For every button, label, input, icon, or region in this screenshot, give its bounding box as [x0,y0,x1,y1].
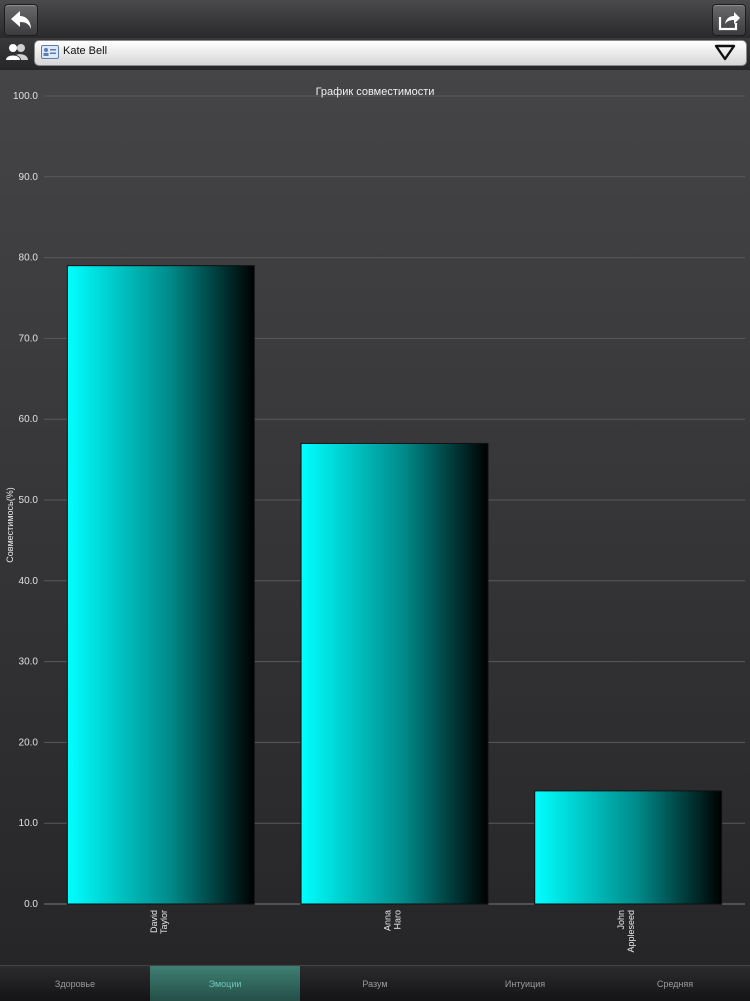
y-tick-label: 80.0 [19,253,39,264]
share-icon [718,12,740,31]
tab-emotions[interactable]: Эмоции [150,966,300,1001]
x-category-label-line: Taylor [159,910,169,934]
chart-title: График совместимости [315,86,435,98]
x-category-label: JohnAppleseed [616,910,636,953]
person-selector-row: Kate Bell [0,38,750,70]
tab-label: Здоровье [54,978,96,989]
x-category-label-line: Haro [393,910,403,930]
chevron-down-icon[interactable] [714,44,736,61]
bar [66,265,255,905]
tab-bar: Здоровье Эмоции Разум Интуиция Средняя [0,965,750,1001]
contact-card-icon [41,45,59,59]
tab-health[interactable]: Здоровье [0,966,150,1001]
y-tick-label: 70.0 [19,333,39,344]
y-tick-label: 30.0 [19,657,39,668]
tab-average[interactable]: Средняя [600,966,750,1001]
x-category-label: AnnaHaro [383,910,403,931]
tab-mind[interactable]: Разум [300,966,450,1001]
bar [534,790,723,905]
y-tick-label: 20.0 [19,737,39,748]
person-dropdown[interactable]: Kate Bell [34,40,747,66]
y-tick-label: 10.0 [19,818,39,829]
tab-label: Средняя [656,978,694,989]
selected-person-label: Kate Bell [63,45,108,57]
chart-area: 0.0 10.0 20.0 30.0 40.0 50.0 60.0 70.0 80.0 90.0 1… [0,70,750,965]
y-axis-label: Совместимось(%) [5,487,15,563]
x-category-label-line: Anna [383,910,393,931]
share-button[interactable] [712,4,746,36]
tab-intuition[interactable]: Интуиция [450,966,600,1001]
tab-label: Интуиция [504,978,546,989]
tab-label: Разум [362,978,388,989]
x-category-label-line: John [616,910,626,930]
y-tick-label: 90.0 [19,172,39,183]
people-icon[interactable] [5,42,29,64]
compatibility-chart: 0.010.020.030.040.050.060.070.080.090.01… [13,91,745,953]
bar [300,442,489,905]
y-tick-label: 40.0 [19,576,39,587]
x-category-label-line: David [149,910,159,933]
y-tick-label: 60.0 [19,414,39,425]
x-category-label: DavidTaylor [149,910,169,934]
y-tick-label: 0.0 [24,899,38,910]
y-tick-label: 50.0 [19,495,39,506]
tab-label: Эмоции [208,978,242,989]
top-toolbar [0,0,750,39]
back-button[interactable] [4,4,38,36]
x-category-label-line: Appleseed [626,910,636,953]
back-arrow-icon [11,11,31,29]
